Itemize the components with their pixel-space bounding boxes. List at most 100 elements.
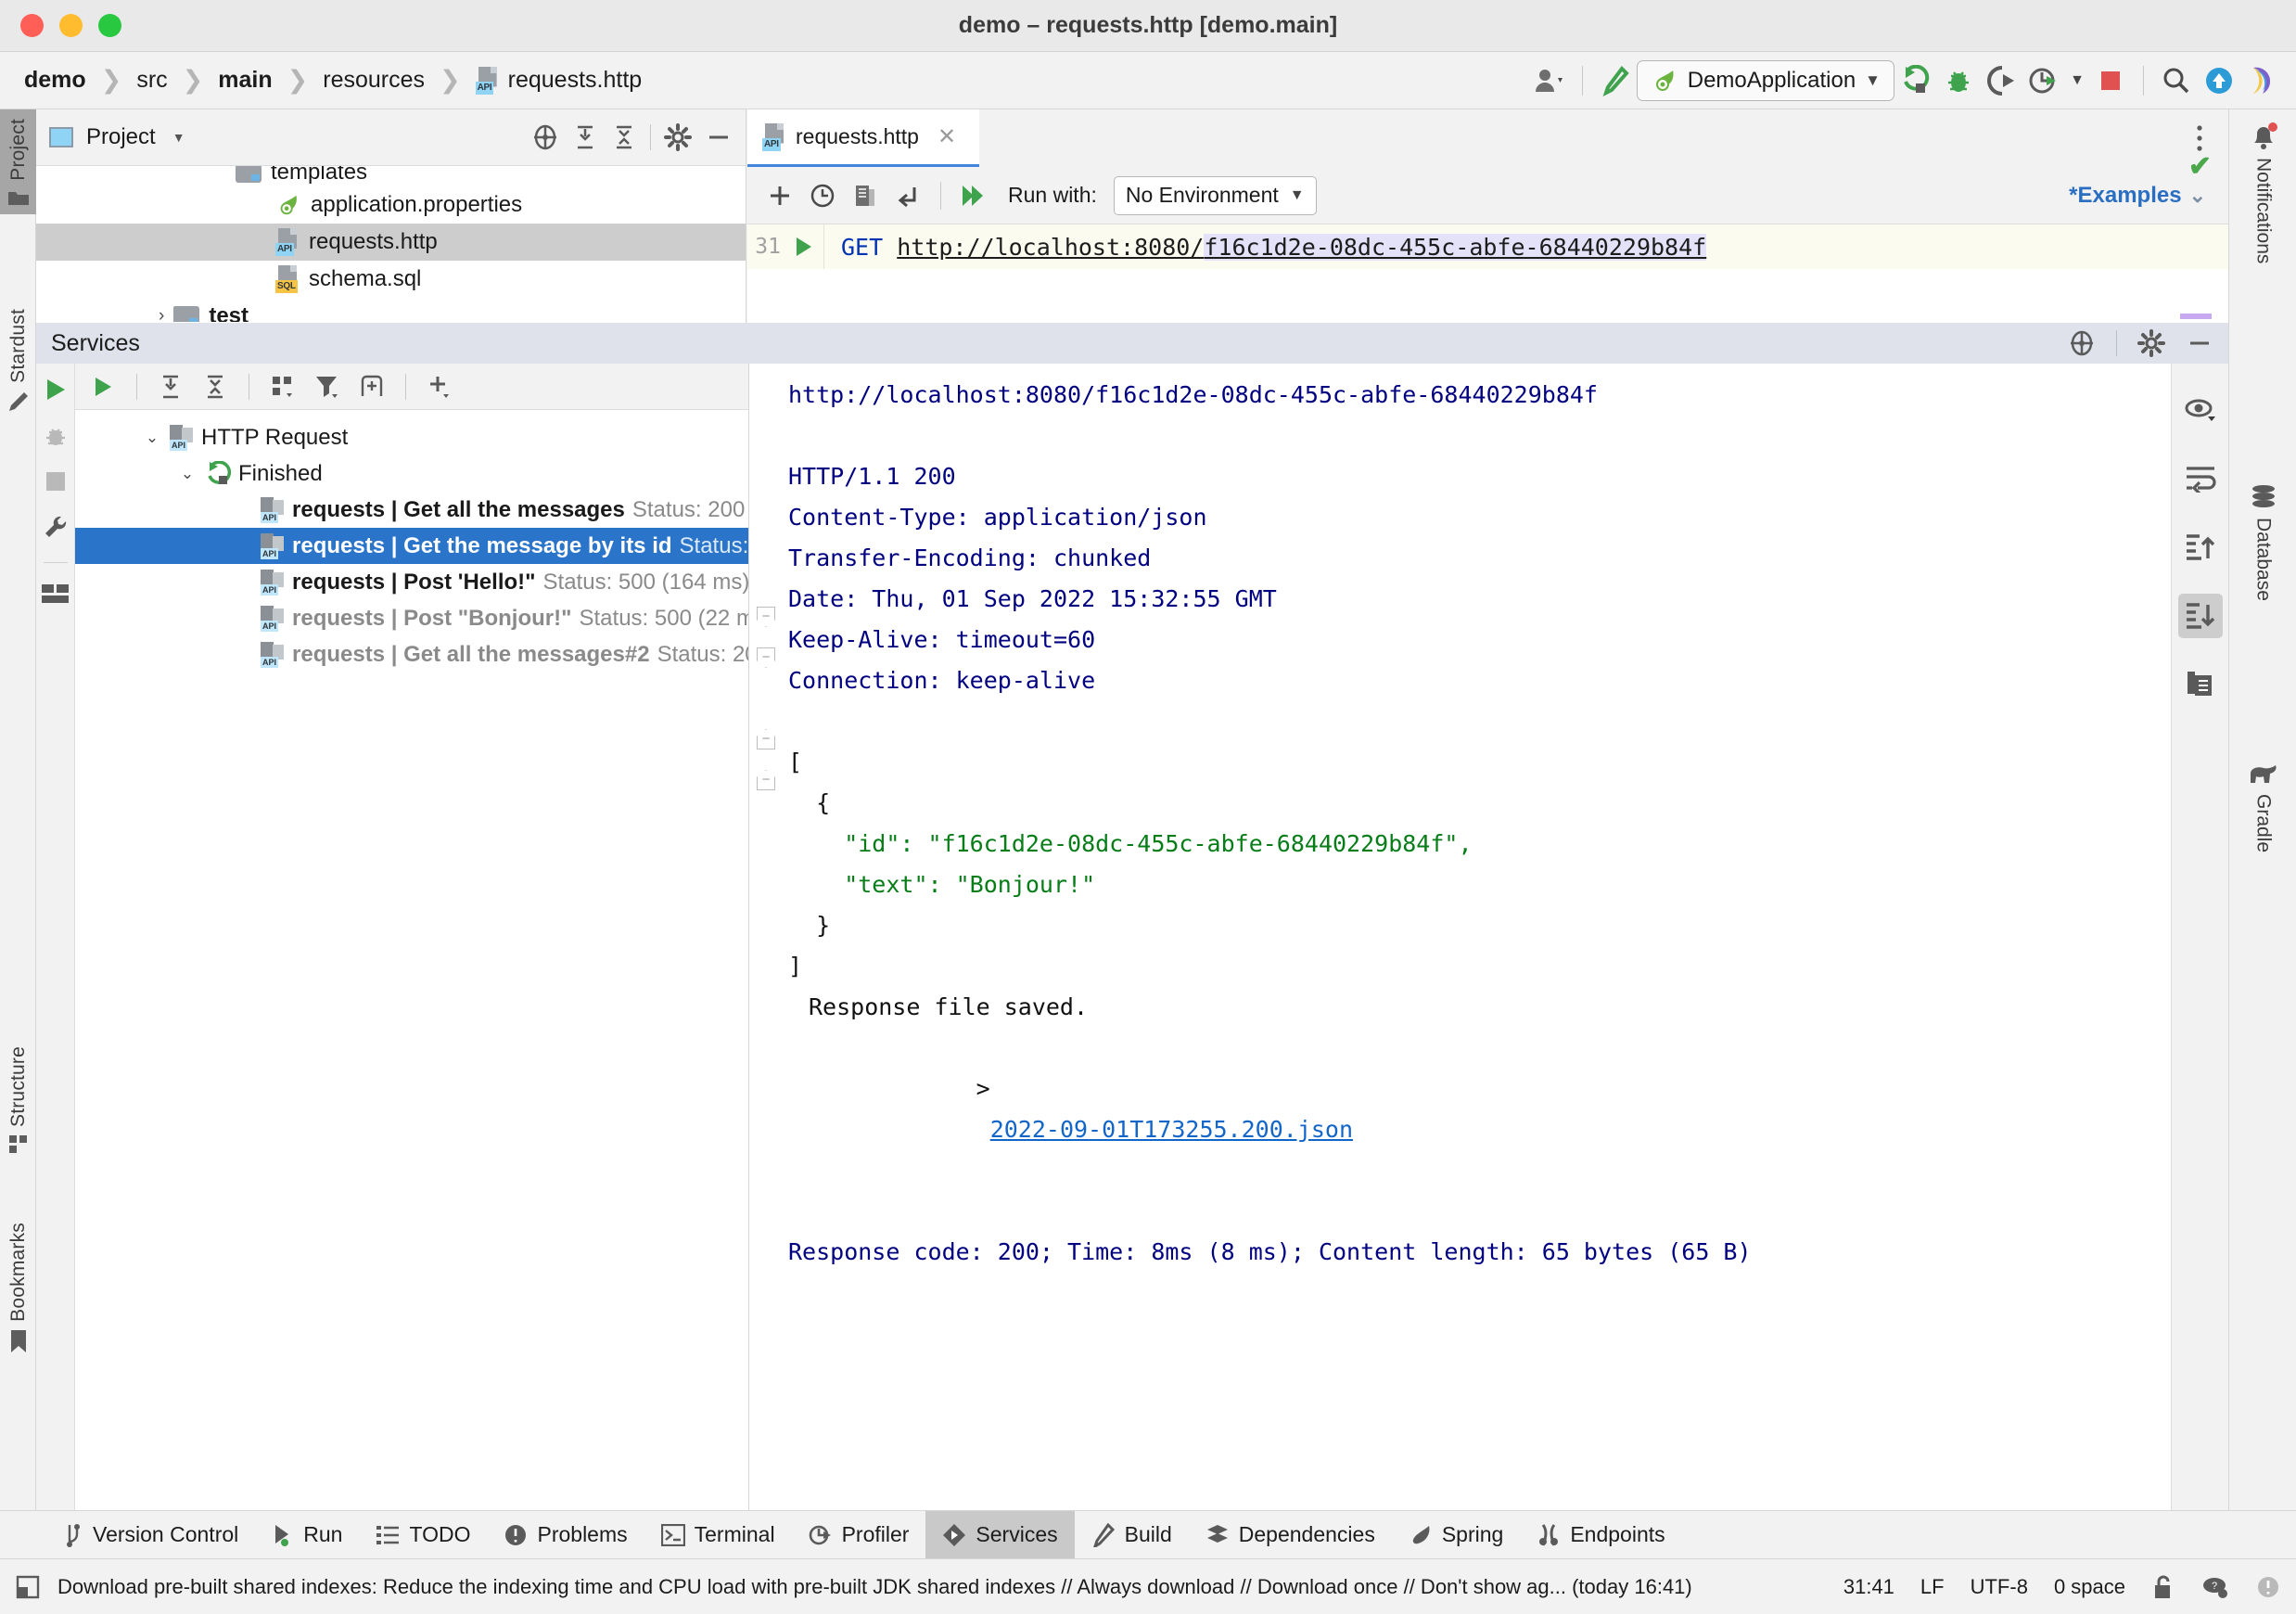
tab-version-control[interactable]: Version Control (48, 1511, 255, 1559)
run-icon[interactable] (84, 368, 121, 405)
warning-circle-icon[interactable] (2255, 1574, 2281, 1600)
profiler-dropdown-icon[interactable]: ▼ (2065, 59, 2089, 102)
caret-position[interactable]: 31:41 (1843, 1575, 1894, 1599)
chevron-down-icon[interactable]: ⌄ (177, 465, 198, 483)
unlocked-icon[interactable] (2151, 1574, 2175, 1600)
sidebar-item-notifications[interactable]: Notifications (2229, 109, 2296, 276)
run-request-icon[interactable] (794, 236, 814, 258)
fold-close-icon[interactable]: − (757, 770, 775, 790)
gear-icon[interactable] (2137, 329, 2165, 357)
ok-check-icon[interactable]: ✔ (2188, 150, 2212, 183)
eye-view-icon[interactable] (2178, 388, 2223, 432)
tree-item-request-5[interactable]: API requests | Get all the messages#2 St… (75, 636, 748, 672)
tree-item-request-4[interactable]: API requests | Post "Bonjour!" Status: 5… (75, 600, 748, 636)
debug-bug-icon[interactable] (1937, 59, 1980, 102)
layout-icon[interactable] (41, 583, 70, 604)
copy-icon[interactable] (2178, 662, 2223, 707)
environment-select[interactable]: No Environment ▼ (1113, 175, 1317, 215)
tree-item-request-2[interactable]: API requests | Get the message by its id… (75, 528, 748, 564)
tree-item-application-properties[interactable]: application.properties (36, 186, 746, 224)
search-everywhere-icon[interactable] (2155, 59, 2198, 102)
breadcrumb-demo[interactable]: demo (20, 67, 90, 94)
gear-icon[interactable] (664, 123, 692, 151)
tab-endpoints[interactable]: Endpoints (1520, 1511, 1681, 1559)
line-separator[interactable]: LF (1920, 1575, 1945, 1599)
scroll-to-end-icon[interactable] (2177, 594, 2223, 638)
sidebar-item-structure[interactable]: Structure (0, 1037, 36, 1162)
locate-icon[interactable] (2068, 329, 2096, 357)
project-file-tree[interactable]: templates application.properties API req… (36, 166, 746, 322)
run-icon[interactable] (1894, 59, 1937, 102)
tab-dependencies[interactable]: Dependencies (1189, 1511, 1392, 1559)
tree-item-request-3[interactable]: API requests | Post 'Hello!" Status: 500… (75, 564, 748, 600)
tab-todo[interactable]: TODO (359, 1511, 487, 1559)
inspector-icon[interactable] (15, 1574, 41, 1600)
breadcrumb-src[interactable]: src (133, 67, 171, 94)
cookies-icon[interactable] (846, 176, 885, 215)
tab-run[interactable]: Run (255, 1511, 359, 1559)
run-icon[interactable] (43, 377, 69, 403)
tree-item-http-request[interactable]: ⌄ API HTTP Request (75, 419, 748, 455)
expand-all-icon[interactable] (572, 124, 598, 150)
breadcrumb-resources[interactable]: resources (319, 67, 428, 94)
tree-item-requests-http[interactable]: API requests.http (36, 224, 746, 261)
examples-link[interactable]: *Examples ⌄ (2069, 183, 2206, 209)
tab-services[interactable]: Services (925, 1510, 1075, 1559)
add-request-icon[interactable] (760, 176, 799, 215)
stop-icon[interactable] (44, 469, 68, 493)
breadcrumb-requests-http[interactable]: API requests.http (472, 66, 646, 95)
wrench-icon[interactable] (42, 514, 70, 542)
locate-icon[interactable] (531, 123, 559, 151)
response-text[interactable]: http://localhost:8080/f16c1d2e-08dc-455c… (783, 364, 2171, 1524)
profiler-icon[interactable] (2022, 59, 2065, 102)
fold-close-icon[interactable]: − (757, 729, 775, 749)
soft-wrap-icon[interactable] (2178, 456, 2223, 501)
stop-icon[interactable] (2089, 59, 2132, 102)
chevron-down-icon[interactable]: ▼ (172, 130, 185, 145)
sidebar-item-bookmarks[interactable]: Bookmarks (0, 1213, 36, 1361)
tab-requests-http[interactable]: API requests.http ✕ (747, 109, 979, 167)
http-request-line[interactable]: GET http://localhost:8080/f16c1d2e-08dc-… (823, 224, 2228, 269)
history-clock-icon[interactable] (803, 176, 842, 215)
more-vertical-icon[interactable] (2188, 122, 2212, 154)
ai-assistant-icon[interactable] (2240, 59, 2283, 102)
update-project-icon[interactable] (2198, 59, 2240, 102)
tab-build[interactable]: Build (1075, 1511, 1189, 1559)
add-icon[interactable] (421, 368, 458, 405)
file-encoding[interactable]: UTF-8 (1971, 1575, 2028, 1599)
breadcrumb-main[interactable]: main (214, 67, 275, 94)
user-account-icon[interactable] (1528, 59, 1571, 102)
expand-all-icon[interactable] (152, 368, 189, 405)
run-with-coverage-icon[interactable] (1980, 59, 2022, 102)
services-tree[interactable]: ⌄ API HTTP Request ⌄ Finished API reques… (75, 410, 748, 672)
hide-icon[interactable] (705, 123, 733, 151)
chevron-right-icon[interactable]: › (159, 306, 164, 322)
http-url-prefix[interactable]: http://localhost:8080/ (897, 234, 1204, 261)
scroll-to-top-icon[interactable] (2178, 525, 2223, 570)
http-url-id[interactable]: f16c1d2e-08dc-455c-abfe-68440229b84f (1204, 233, 1707, 261)
run-all-requests-icon[interactable] (954, 176, 993, 215)
group-by-icon[interactable] (264, 368, 301, 405)
collapse-all-icon[interactable] (611, 124, 637, 150)
filter-icon[interactable] (309, 368, 346, 405)
tab-terminal[interactable]: Terminal (644, 1511, 792, 1559)
tree-item-templates[interactable]: templates (36, 166, 746, 186)
tab-profiler[interactable]: Profiler (792, 1511, 926, 1559)
chevron-down-icon[interactable]: ⌄ (142, 429, 162, 447)
status-message[interactable]: Download pre-built shared indexes: Reduc… (57, 1575, 1692, 1599)
sidebar-item-database[interactable]: Database (2229, 471, 2296, 614)
hammer-build-icon[interactable] (1594, 59, 1637, 102)
sidebar-item-stardust[interactable]: Stardust (0, 300, 36, 420)
response-request-url[interactable]: http://localhost:8080/f16c1d2e-08dc-455c… (783, 375, 2171, 416)
tree-item-finished[interactable]: ⌄ Finished (75, 455, 748, 492)
help-cloud-icon[interactable]: ? (2201, 1574, 2229, 1600)
editor-code-line[interactable]: 31 GET http://localhost:8080/f16c1d2e-08… (747, 224, 2228, 269)
sidebar-item-project[interactable]: Project (0, 109, 36, 214)
tab-spring[interactable]: Spring (1392, 1511, 1520, 1559)
indent-setting[interactable]: 0 space (2054, 1575, 2125, 1599)
hide-icon[interactable] (2186, 329, 2213, 357)
convert-icon[interactable] (888, 176, 927, 215)
debug-bug-icon[interactable] (43, 423, 69, 449)
close-icon[interactable]: ✕ (938, 123, 956, 150)
tree-item-schema-sql[interactable]: SQL schema.sql (36, 261, 746, 298)
